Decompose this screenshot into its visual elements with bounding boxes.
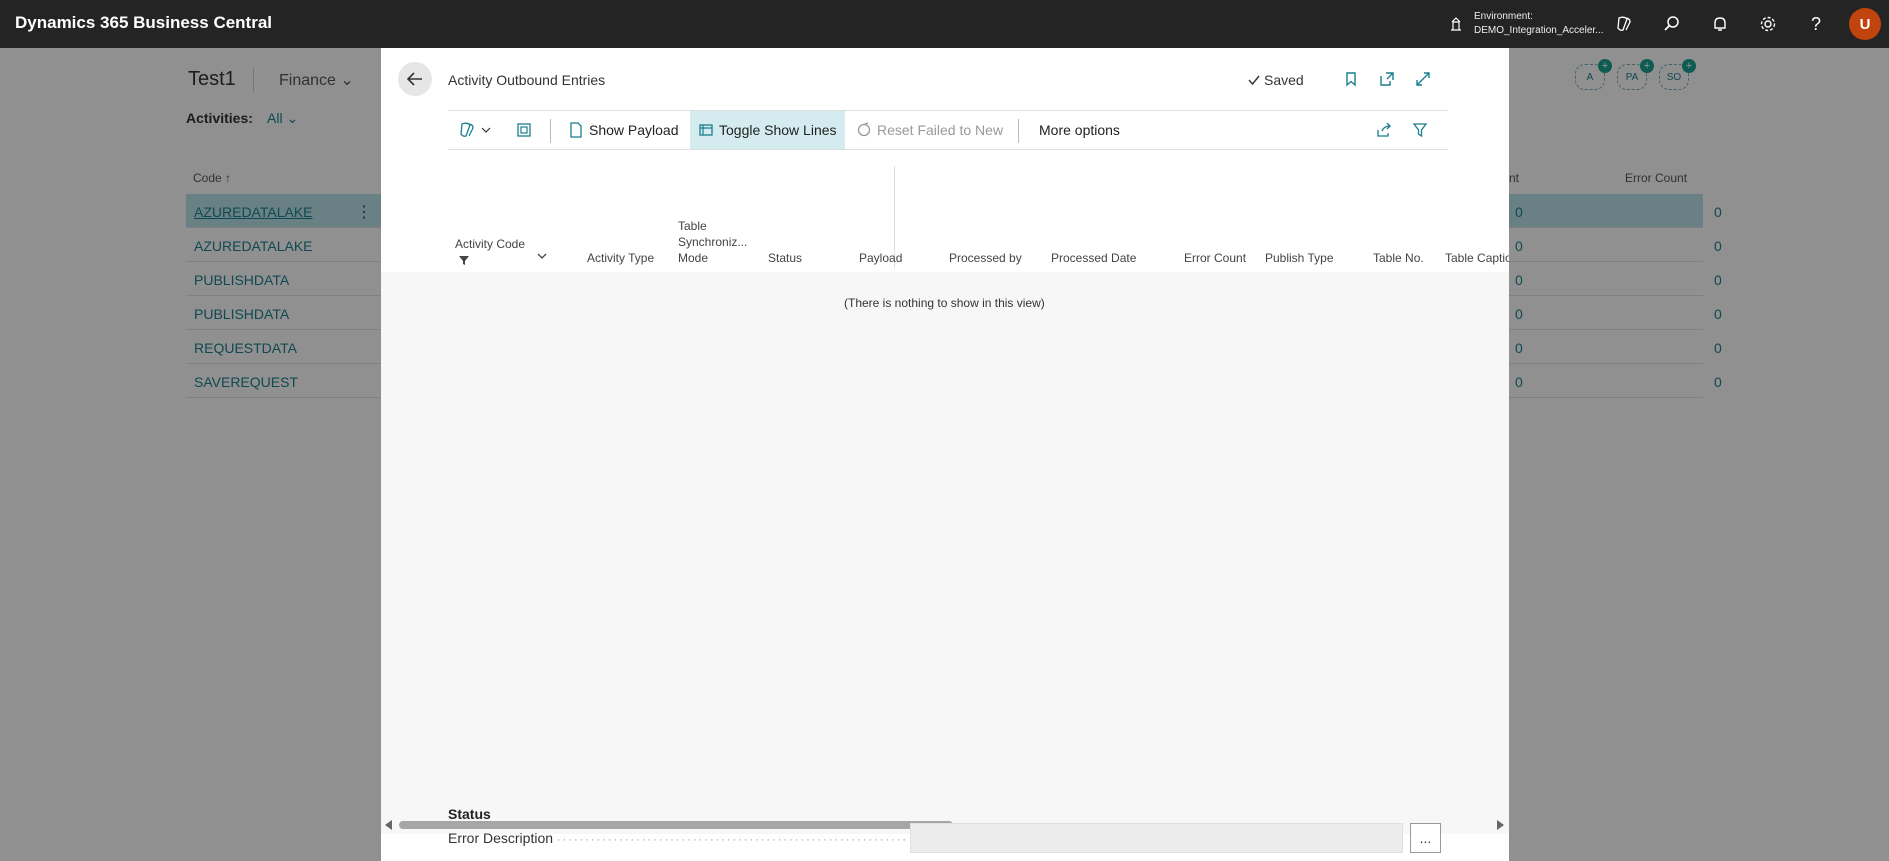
column-header-error-count[interactable]: Error Count	[1184, 250, 1246, 266]
search-icon[interactable]	[1660, 12, 1684, 36]
action-divider	[550, 119, 551, 143]
error-description-field[interactable]	[910, 823, 1403, 853]
column-header-line: Mode	[678, 251, 709, 265]
column-header-line: Table	[678, 219, 707, 233]
activity-outbound-entries-dialog: Activity Outbound Entries Saved Show Pay…	[381, 48, 1509, 861]
user-avatar[interactable]: U	[1849, 8, 1881, 40]
share-button[interactable]	[1368, 111, 1400, 149]
arrow-left-icon	[406, 72, 422, 86]
filter-button[interactable]	[1404, 111, 1436, 149]
action-divider	[1018, 119, 1019, 143]
copilot-icon	[460, 122, 474, 137]
bookmark-icon[interactable]	[1341, 69, 1361, 89]
chevron-down-icon[interactable]	[536, 250, 548, 262]
app-brand[interactable]: Dynamics 365 Business Central	[15, 13, 272, 33]
bell-icon[interactable]	[1708, 12, 1732, 36]
reset-failed-label: Reset Failed to New	[877, 122, 1004, 138]
document-icon	[570, 122, 582, 138]
filter-icon	[1412, 123, 1428, 138]
gear-icon[interactable]	[1756, 12, 1780, 36]
grid-body	[381, 272, 1509, 817]
lines-icon	[699, 124, 713, 136]
expand-icon[interactable]	[1413, 69, 1433, 89]
checkmark-icon	[1248, 75, 1260, 86]
environment-indicator[interactable]: Environment: DEMO_Integration_Acceler...	[1448, 10, 1604, 38]
error-description-label-text: Error Description	[448, 830, 554, 846]
app-header: Dynamics 365 Business Central Environmen…	[0, 0, 1889, 48]
column-header-payload[interactable]: Payload	[859, 250, 902, 266]
share-icon	[1377, 122, 1391, 137]
help-icon[interactable]: ?	[1804, 12, 1828, 36]
saved-label: Saved	[1264, 72, 1304, 88]
status-section-title: Status	[448, 806, 491, 822]
show-payload-label: Show Payload	[589, 122, 679, 138]
column-header-processed-date[interactable]: Processed Date	[1051, 250, 1136, 266]
column-header-table-sync-mode[interactable]: Table Synchroniz... Mode	[678, 218, 747, 266]
toggle-show-lines-label: Toggle Show Lines	[719, 122, 837, 138]
edit-list-icon	[517, 123, 531, 137]
environment-value: DEMO_Integration_Acceler...	[1474, 25, 1604, 36]
column-header-status[interactable]: Status	[768, 250, 802, 266]
chevron-down-icon	[481, 127, 491, 133]
column-header-publish-type[interactable]: Publish Type	[1265, 250, 1334, 266]
column-header-activity-type[interactable]: Activity Type	[587, 250, 654, 266]
copilot-icon[interactable]	[1612, 12, 1636, 36]
scroll-left-icon[interactable]	[385, 820, 392, 830]
error-description-label: Error Description ······················…	[448, 830, 906, 846]
copilot-menu-button[interactable]	[450, 111, 499, 149]
environment-icon	[1451, 17, 1461, 31]
saved-indicator: Saved	[1247, 72, 1304, 88]
reset-failed-button[interactable]: Reset Failed to New	[848, 111, 1011, 149]
edit-list-button[interactable]	[508, 111, 540, 149]
scroll-right-icon[interactable]	[1497, 820, 1504, 830]
column-header-table-caption[interactable]: Table Captio	[1445, 250, 1509, 266]
more-options-label: More options	[1039, 122, 1120, 138]
open-new-window-icon[interactable]	[1377, 69, 1397, 89]
column-header-line: Synchroniz...	[678, 235, 748, 249]
environment-label: Environment:	[1474, 11, 1533, 22]
show-payload-button[interactable]: Show Payload	[560, 111, 687, 149]
empty-state-message: (There is nothing to show in this view)	[844, 296, 1045, 310]
column-header-activity-code[interactable]: Activity Code	[455, 236, 525, 252]
dialog-title: Activity Outbound Entries	[448, 72, 606, 88]
scrollbar-thumb[interactable]	[399, 821, 953, 829]
column-header-processed-by[interactable]: Processed by	[949, 250, 1022, 266]
column-header-table-no[interactable]: Table No.	[1373, 250, 1424, 266]
filter-icon	[459, 256, 469, 265]
grid-header: Activity Code Activity Type Table Synchr…	[448, 168, 1509, 272]
reset-icon	[857, 122, 871, 137]
toggle-show-lines-button[interactable]: Toggle Show Lines	[690, 111, 845, 149]
more-options-button[interactable]: More options	[1031, 111, 1128, 149]
action-bar: Show Payload Toggle Show Lines Reset Fai…	[448, 110, 1448, 150]
error-description-assist-button[interactable]: ...	[1410, 823, 1441, 853]
back-button[interactable]	[398, 62, 432, 96]
